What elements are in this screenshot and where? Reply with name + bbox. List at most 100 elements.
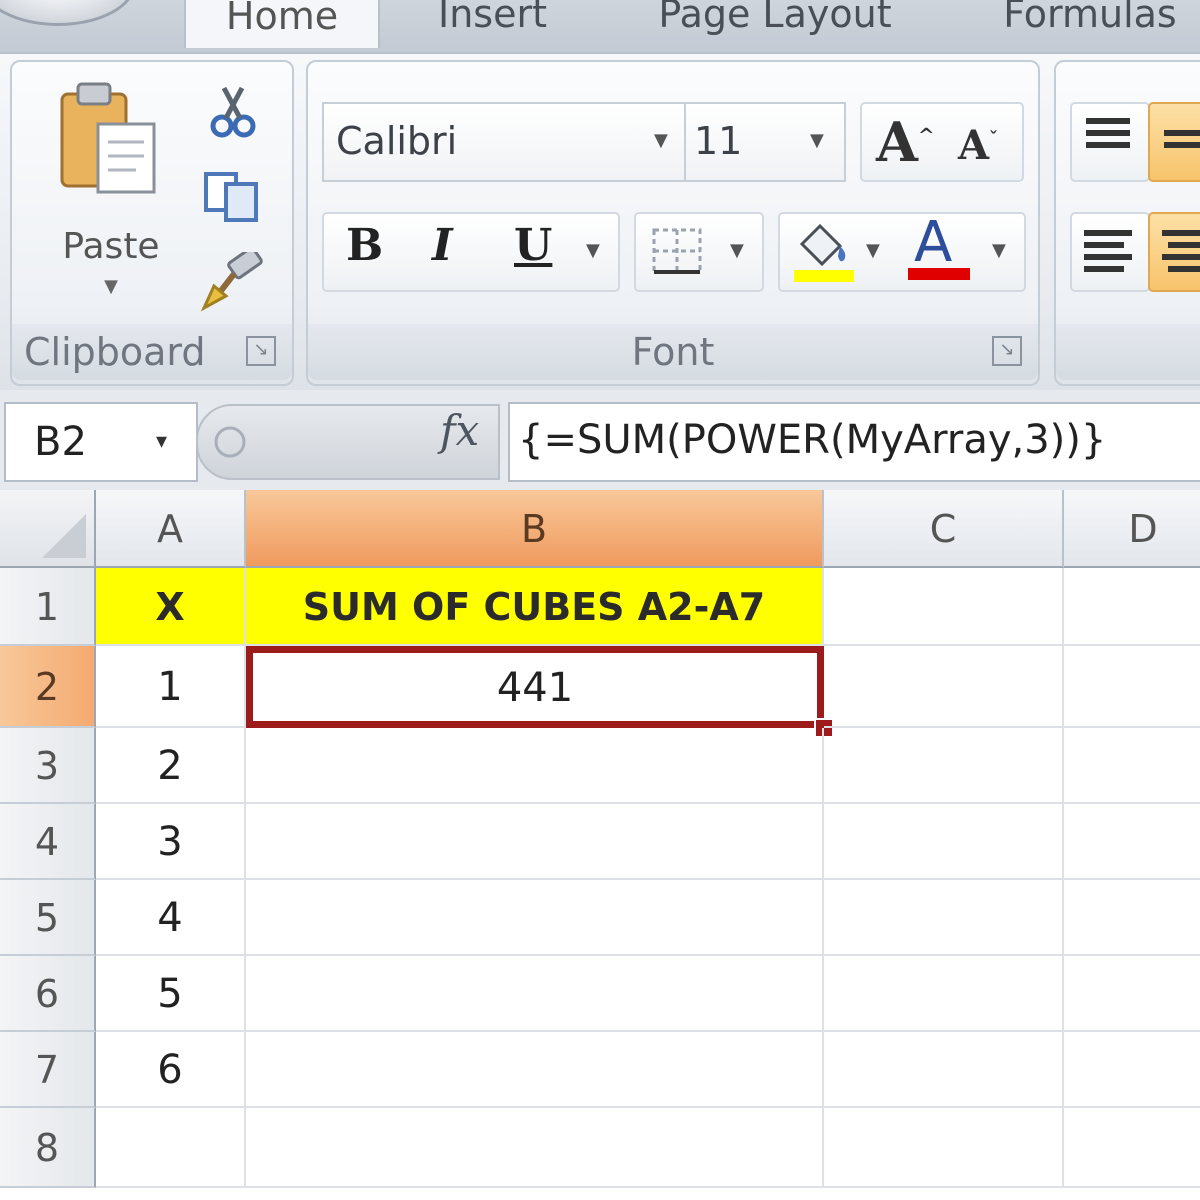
row-header-2[interactable]: 2	[0, 646, 96, 728]
font-group: Calibri ▼ 11 ▼ A^ Aˇ B I U ▼	[306, 60, 1040, 386]
cell-a3[interactable]: 2	[96, 728, 246, 804]
shrink-font-button[interactable]: Aˇ	[958, 122, 998, 169]
formula-bar-grip-icon	[210, 422, 250, 462]
top-align-button[interactable]	[1070, 102, 1150, 182]
ribbon: Paste ▼ Clipboard ↘ Calibri ▼ 11 ▼	[0, 52, 1200, 392]
align-center-button[interactable]	[1148, 212, 1200, 292]
paste-button[interactable]: Paste ▼	[36, 76, 186, 316]
tab-page-layout[interactable]: Page Layout	[620, 0, 930, 46]
office-button[interactable]	[0, 0, 136, 26]
grow-font-button[interactable]: A^	[876, 110, 935, 174]
shrink-font-glyph: A	[958, 122, 989, 169]
cell-a8[interactable]	[96, 1108, 246, 1188]
tab-formulas[interactable]: Formulas	[965, 0, 1200, 46]
font-name-value: Calibri	[336, 104, 457, 178]
paste-dropdown-arrow[interactable]: ▼	[36, 276, 186, 297]
formula-input[interactable]: {=SUM(POWER(MyArray,3))}	[508, 402, 1200, 482]
font-size-value: 11	[694, 104, 742, 178]
font-name-dropdown-icon[interactable]: ▼	[654, 104, 668, 178]
alignment-group	[1054, 60, 1200, 386]
font-color-button[interactable]: A	[906, 214, 976, 286]
font-color-glyph: A	[914, 210, 952, 275]
column-header-c[interactable]: C	[824, 490, 1064, 568]
font-group-label: Font	[308, 324, 1038, 380]
font-size-combo[interactable]: 11 ▼	[684, 102, 846, 182]
grow-font-glyph: A	[876, 110, 918, 174]
cell-c5[interactable]	[824, 880, 1064, 956]
align-left-icon	[1078, 220, 1138, 280]
cell-c3[interactable]	[824, 728, 1064, 804]
fill-color-icon[interactable]	[790, 218, 860, 284]
align-center-icon	[1156, 220, 1200, 280]
font-dialog-launcher[interactable]: ↘	[992, 336, 1022, 366]
name-box-dropdown-icon[interactable]: ▾	[156, 404, 167, 480]
font-color-swatch	[908, 268, 970, 280]
cell-d8[interactable]	[1064, 1108, 1200, 1188]
cell-b8[interactable]	[246, 1108, 824, 1188]
cell-b2-active[interactable]: 441	[246, 646, 824, 728]
cell-a5[interactable]: 4	[96, 880, 246, 956]
cell-d4[interactable]	[1064, 804, 1200, 880]
borders-dropdown-icon[interactable]: ▼	[730, 240, 744, 261]
cell-d2[interactable]	[1064, 646, 1200, 728]
tab-home[interactable]: Home	[184, 0, 380, 48]
clipboard-group: Paste ▼ Clipboard ↘	[10, 60, 294, 386]
cell-d7[interactable]	[1064, 1032, 1200, 1108]
cut-icon[interactable]	[208, 84, 258, 140]
font-color-dropdown-icon[interactable]: ▼	[992, 240, 1006, 261]
cell-b5[interactable]	[246, 880, 824, 956]
middle-align-icon	[1156, 110, 1200, 170]
fill-color-dropdown-icon[interactable]: ▼	[866, 240, 880, 261]
cell-a1[interactable]: X	[96, 568, 246, 646]
cell-a6[interactable]: 5	[96, 956, 246, 1032]
bold-button[interactable]: B	[346, 220, 383, 271]
cell-a4[interactable]: 3	[96, 804, 246, 880]
cell-c6[interactable]	[824, 956, 1064, 1032]
row-header-3[interactable]: 3	[0, 728, 96, 804]
middle-align-button[interactable]	[1148, 102, 1200, 182]
copy-icon[interactable]	[202, 170, 262, 224]
cell-b7[interactable]	[246, 1032, 824, 1108]
cell-c1[interactable]	[824, 568, 1064, 646]
select-all-button[interactable]	[0, 490, 96, 568]
name-box[interactable]: B2 ▾	[4, 402, 198, 482]
row-header-7[interactable]: 7	[0, 1032, 96, 1108]
cell-c8[interactable]	[824, 1108, 1064, 1188]
column-header-b[interactable]: B	[246, 490, 824, 568]
cell-c4[interactable]	[824, 804, 1064, 880]
borders-button[interactable]: ▼	[634, 212, 764, 292]
font-size-dropdown-icon[interactable]: ▼	[810, 104, 824, 178]
cell-d1[interactable]	[1064, 568, 1200, 646]
align-left-button[interactable]	[1070, 212, 1150, 292]
cell-b4[interactable]	[246, 804, 824, 880]
color-buttons: ▼ A ▼	[778, 212, 1026, 292]
underline-button[interactable]: U	[514, 220, 552, 271]
column-header-d[interactable]: D	[1064, 490, 1200, 568]
row-header-6[interactable]: 6	[0, 956, 96, 1032]
row-header-1[interactable]: 1	[0, 568, 96, 646]
cell-b3[interactable]	[246, 728, 824, 804]
format-painter-icon[interactable]	[200, 252, 266, 312]
row-header-5[interactable]: 5	[0, 880, 96, 956]
select-all-triangle-icon	[42, 514, 86, 558]
cell-a7[interactable]: 6	[96, 1032, 246, 1108]
font-name-combo[interactable]: Calibri ▼	[322, 102, 686, 182]
cell-a2[interactable]: 1	[96, 646, 246, 728]
row-header-4[interactable]: 4	[0, 804, 96, 880]
cell-d6[interactable]	[1064, 956, 1200, 1032]
worksheet-grid: A B C D 1 2 3 4 5 6 7 8 X SUM OF CUBES A…	[0, 490, 1200, 1200]
tab-insert[interactable]: Insert	[405, 0, 580, 46]
cell-c2[interactable]	[824, 646, 1064, 728]
italic-button[interactable]: I	[432, 220, 453, 271]
cell-d3[interactable]	[1064, 728, 1200, 804]
cell-b6[interactable]	[246, 956, 824, 1032]
clipboard-dialog-launcher[interactable]: ↘	[246, 336, 276, 366]
cell-c7[interactable]	[824, 1032, 1064, 1108]
underline-dropdown-icon[interactable]: ▼	[586, 240, 600, 261]
top-align-icon	[1078, 110, 1138, 170]
row-header-8[interactable]: 8	[0, 1108, 96, 1188]
column-header-a[interactable]: A	[96, 490, 246, 568]
cell-b1[interactable]: SUM OF CUBES A2-A7	[246, 568, 824, 646]
cell-d5[interactable]	[1064, 880, 1200, 956]
insert-function-button[interactable]: fx	[440, 406, 479, 455]
